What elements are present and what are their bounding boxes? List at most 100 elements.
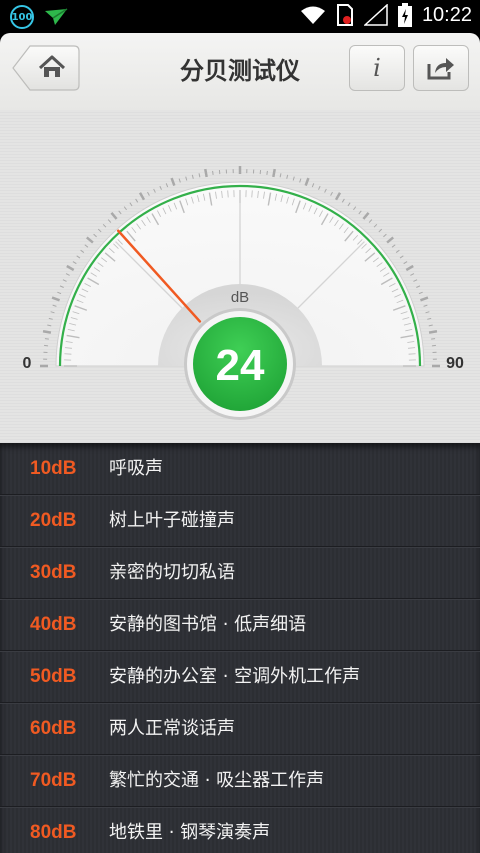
- db-level-label: 40dB: [30, 614, 77, 635]
- outer-tick: [135, 198, 139, 203]
- outer-tick: [428, 324, 433, 327]
- list-item: 40dB 安静的图书馆 · 低声细语: [0, 599, 480, 651]
- outer-tick: [51, 296, 61, 302]
- outer-tick: [266, 170, 268, 175]
- outer-tick: [118, 210, 122, 215]
- current-db-value: 24: [216, 341, 265, 390]
- outer-tick: [159, 185, 162, 190]
- sound-description: 两人正常谈话声: [109, 718, 235, 739]
- outer-tick: [383, 233, 387, 238]
- outer-tick: [334, 192, 342, 201]
- outer-tick: [358, 210, 362, 215]
- sound-description: 树上叶子碰撞声: [109, 510, 235, 531]
- list-item: 30dB 亲密的切切私语: [0, 547, 480, 599]
- wifi-icon: [300, 6, 325, 24]
- gauge-max-label: 90: [446, 355, 464, 372]
- db-level-label: 60dB: [30, 718, 77, 739]
- outer-tick: [153, 188, 156, 193]
- outer-tick: [107, 219, 112, 223]
- outer-tick: [102, 223, 107, 228]
- outer-tick: [272, 168, 276, 178]
- battery-charging-icon: [397, 3, 412, 27]
- db-level-label: 30dB: [30, 562, 77, 583]
- outer-tick: [395, 249, 400, 253]
- db-level-label: 20dB: [30, 510, 77, 531]
- outer-tick: [299, 178, 302, 183]
- db-level-label: 10dB: [30, 458, 77, 479]
- outer-tick: [362, 211, 370, 220]
- outer-tick: [62, 279, 67, 282]
- outer-tick: [72, 261, 77, 265]
- outer-tick: [341, 198, 345, 203]
- outer-tick: [418, 291, 423, 295]
- outer-tick: [178, 178, 181, 183]
- outer-tick: [427, 317, 432, 320]
- db-reference-list: 10dB 呼吸声 20dB 树上叶子碰撞声 30dB 亲密的切切私语 40dB 安静的图书馆 …: [0, 443, 480, 853]
- db-level-label: 50dB: [30, 666, 77, 687]
- outer-tick: [129, 202, 133, 207]
- list-item: 50dB 安静的办公室 · 空调外机工作声: [0, 651, 480, 703]
- sound-description: 呼吸声: [109, 458, 163, 479]
- outer-tick: [170, 177, 176, 187]
- outer-tick: [347, 202, 351, 207]
- outer-tick: [391, 244, 396, 248]
- outer-tick: [44, 338, 49, 340]
- outer-tick: [198, 173, 201, 178]
- outer-tick: [428, 330, 438, 334]
- outer-tick: [59, 285, 64, 288]
- share-icon: [427, 58, 454, 80]
- outer-tick: [373, 223, 378, 228]
- gauge-unit-label: dB: [231, 289, 249, 306]
- outer-tick: [330, 191, 333, 196]
- paper-plane-icon: [45, 8, 68, 25]
- outer-tick: [165, 183, 169, 188]
- info-icon: i: [373, 54, 381, 82]
- clock: 10:22: [421, 3, 472, 26]
- reading-display: 24: [184, 308, 296, 420]
- outer-tick: [368, 219, 373, 223]
- outer-tick: [97, 228, 102, 233]
- list-item: 60dB 两人正常谈话声: [0, 703, 480, 755]
- outer-tick: [85, 236, 94, 244]
- outer-tick: [48, 317, 53, 320]
- outer-tick: [80, 249, 85, 253]
- outer-tick: [304, 177, 310, 187]
- outer-tick: [279, 173, 282, 178]
- outer-tick: [212, 170, 214, 175]
- outer-tick: [110, 211, 118, 220]
- signal-icon: [363, 4, 388, 26]
- home-button[interactable]: [12, 45, 80, 91]
- info-button[interactable]: i: [349, 45, 405, 91]
- list-item: 10dB 呼吸声: [0, 443, 480, 495]
- sound-description: 安静的办公室 · 空调外机工作声: [109, 666, 361, 687]
- outer-tick: [425, 311, 430, 314]
- outer-tick: [147, 191, 150, 196]
- outer-tick: [84, 244, 89, 248]
- outer-tick: [204, 168, 208, 178]
- db-level-label: 80dB: [30, 822, 77, 843]
- outer-tick: [413, 279, 418, 282]
- outer-tick: [378, 228, 383, 233]
- gauge-min-label: 0: [23, 355, 32, 372]
- outer-tick: [311, 183, 315, 188]
- outer-tick: [419, 296, 429, 302]
- outer-tick: [423, 304, 428, 307]
- outer-tick: [185, 176, 188, 181]
- outer-tick: [405, 264, 414, 272]
- decibel-gauge: dB 0 90 24: [23, 166, 464, 420]
- outer-tick: [410, 273, 415, 276]
- db-level-label: 70dB: [30, 770, 77, 791]
- share-button[interactable]: [413, 45, 469, 91]
- outer-tick: [57, 291, 62, 295]
- outer-tick: [138, 192, 146, 201]
- outer-tick: [93, 233, 97, 238]
- outer-tick: [191, 174, 194, 179]
- sound-description: 繁忙的交通 · 吸尘器工作声: [109, 770, 325, 791]
- outer-tick: [52, 304, 57, 307]
- outer-tick: [324, 188, 327, 193]
- no-sim-icon: [336, 4, 353, 26]
- sound-description: 安静的图书馆 · 低声细语: [109, 614, 307, 635]
- outer-tick: [431, 338, 436, 340]
- outer-tick: [353, 206, 357, 211]
- sound-description: 地铁里 · 钢琴演奏声: [109, 822, 271, 843]
